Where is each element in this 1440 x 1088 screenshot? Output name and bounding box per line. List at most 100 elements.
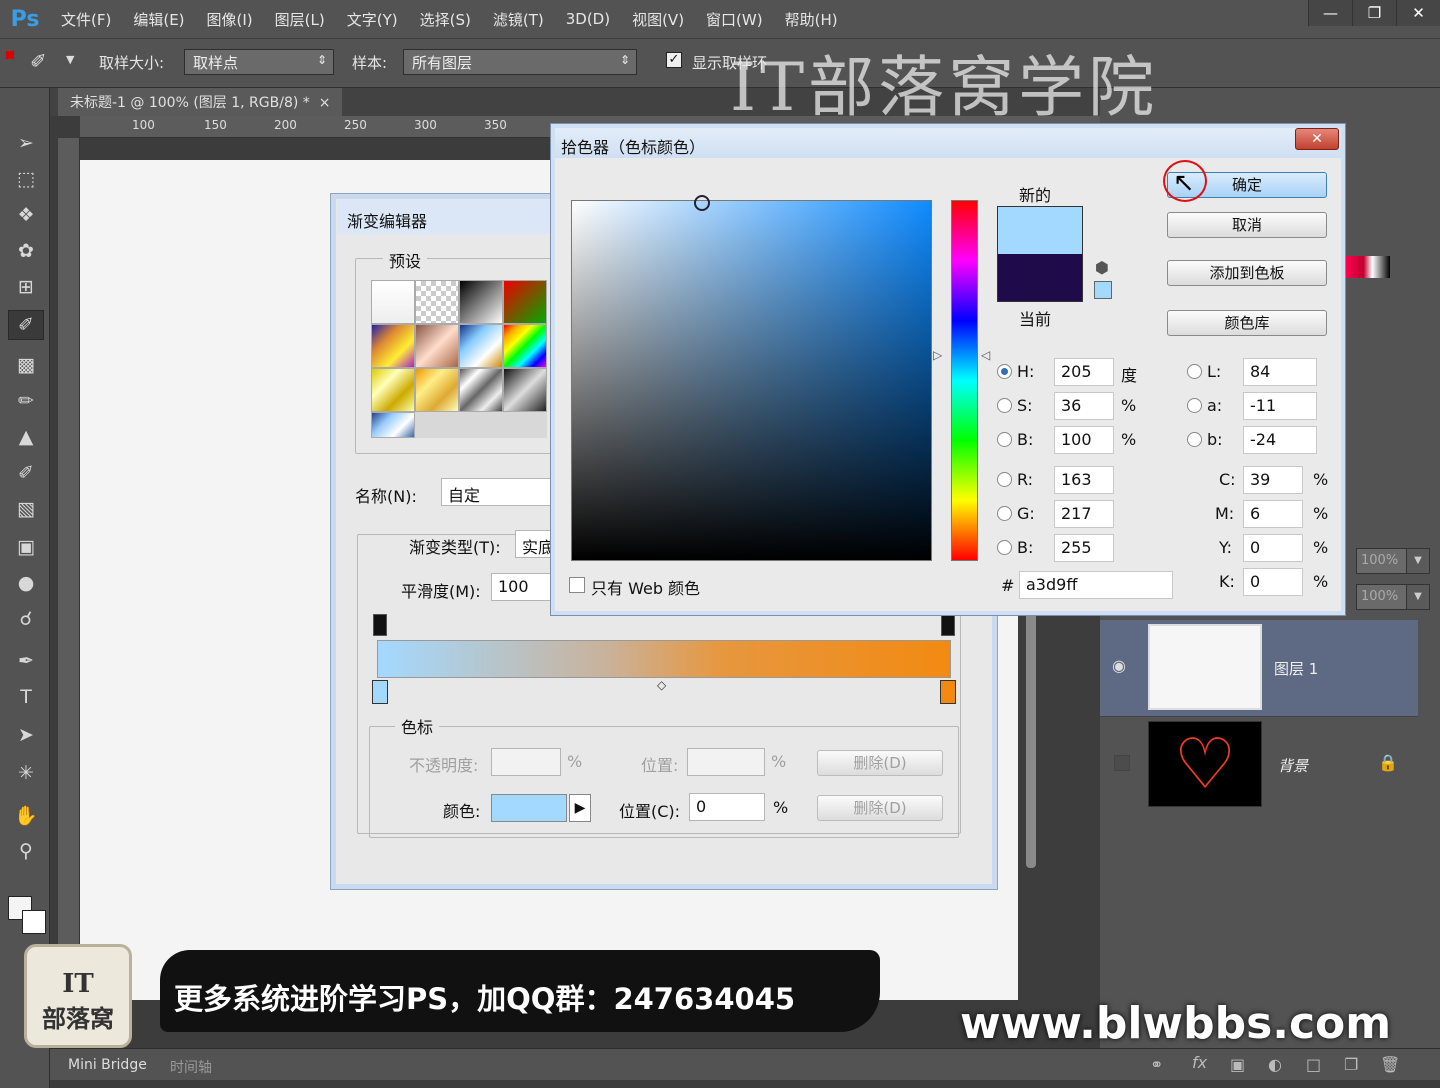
gradient-type-select[interactable]: 实底	[515, 530, 555, 558]
link-layers-icon[interactable]: ⚭	[1150, 1055, 1163, 1074]
new-layer-icon[interactable]: ❐	[1344, 1055, 1358, 1074]
eraser-tool-icon[interactable]: ▧	[8, 494, 44, 524]
preset-swatch[interactable]	[503, 324, 547, 368]
smoothness-input[interactable]: 100	[491, 573, 553, 601]
visibility-toggle[interactable]	[1114, 755, 1130, 771]
preset-swatch[interactable]	[371, 368, 415, 412]
mini-bridge-tab[interactable]: Mini Bridge	[68, 1057, 147, 1073]
menu-window[interactable]: 窗口(W)	[695, 9, 774, 30]
preset-swatch[interactable]	[459, 324, 503, 368]
preset-swatch[interactable]	[503, 280, 547, 324]
menu-layer[interactable]: 图层(L)	[264, 9, 336, 30]
opacity-stop-right[interactable]	[941, 614, 955, 636]
menu-view[interactable]: 视图(V)	[621, 9, 695, 30]
dodge-tool-icon[interactable]: ☌	[8, 604, 44, 634]
web-safe-swatch[interactable]	[1094, 281, 1112, 299]
trash-icon[interactable]: 🗑	[1380, 1055, 1400, 1074]
color-stop-right[interactable]	[940, 680, 956, 704]
saturation-radio[interactable]	[997, 398, 1012, 413]
marquee-tool-icon[interactable]: ⬚	[8, 164, 44, 194]
quick-select-tool-icon[interactable]: ✿	[8, 236, 44, 266]
show-ring-checkbox[interactable]: ✓	[666, 52, 682, 68]
lab-b-radio[interactable]	[1187, 432, 1202, 447]
lab-b-input[interactable]: -24	[1243, 426, 1317, 454]
preset-swatch[interactable]	[415, 280, 459, 324]
lasso-tool-icon[interactable]: ❖	[8, 200, 44, 230]
hue-slider-left-arrow-icon[interactable]: ▷	[933, 348, 942, 362]
gradient-bar[interactable]	[377, 640, 951, 678]
location-c-input[interactable]: 0	[689, 793, 765, 821]
sample-size-select[interactable]: 取样点 ⇕	[184, 49, 334, 75]
lab-l-input[interactable]: 84	[1243, 358, 1317, 386]
stamp-tool-icon[interactable]: ▲	[8, 422, 44, 452]
add-to-swatches-button[interactable]: 添加到色板	[1167, 260, 1327, 286]
close-tab-icon[interactable]: ×	[319, 95, 331, 111]
eyedropper-icon[interactable]: ✐	[30, 49, 47, 73]
tool-preset-arrow-icon[interactable]: ▼	[66, 53, 74, 66]
mask-icon[interactable]: ▣	[1230, 1055, 1245, 1074]
color-field[interactable]	[571, 195, 932, 561]
history-brush-tool-icon[interactable]: ✐	[8, 458, 44, 488]
path-select-tool-icon[interactable]: ➤	[8, 720, 44, 750]
hue-radio[interactable]	[997, 364, 1012, 379]
preset-swatch[interactable]	[459, 368, 503, 412]
midpoint-diamond-icon[interactable]: ◇	[657, 678, 666, 692]
minimize-icon[interactable]: —	[1308, 0, 1352, 26]
scrollbar[interactable]	[1026, 608, 1036, 868]
menu-image[interactable]: 图像(I)	[196, 9, 264, 30]
hue-slider-right-arrow-icon[interactable]: ◁	[981, 348, 990, 362]
restore-icon[interactable]: ❐	[1352, 0, 1396, 26]
preset-swatch[interactable]	[415, 368, 459, 412]
opacity-field[interactable]: 100%	[1356, 548, 1412, 574]
black-input[interactable]: 0	[1243, 568, 1303, 596]
folder-icon[interactable]: □	[1306, 1055, 1321, 1074]
timeline-tab[interactable]: 时间轴	[170, 1057, 212, 1077]
color-stop-left[interactable]	[372, 680, 388, 704]
brightness-radio[interactable]	[997, 432, 1012, 447]
opacity-stop-left[interactable]	[373, 614, 387, 636]
document-tab[interactable]: 未标题-1 @ 100% (图层 1, RGB/8) * ×	[58, 88, 343, 116]
menu-type[interactable]: 文字(Y)	[336, 9, 409, 30]
blue-input[interactable]: 255	[1054, 534, 1114, 562]
menu-3d[interactable]: 3D(D)	[555, 10, 621, 28]
cube-warning-icon[interactable]: ⬢	[1095, 258, 1109, 277]
red-radio[interactable]	[997, 472, 1012, 487]
layer-row[interactable]: ◉ 图层 1	[1100, 620, 1418, 716]
hand-tool-icon[interactable]: ✋	[8, 800, 44, 830]
blur-tool-icon[interactable]: ●	[8, 568, 44, 598]
menu-select[interactable]: 选择(S)	[409, 9, 482, 30]
adjustment-icon[interactable]: ◐	[1268, 1055, 1282, 1074]
type-tool-icon[interactable]: T	[8, 682, 44, 712]
menu-file[interactable]: 文件(F)	[50, 9, 122, 30]
fill-dropdown-icon[interactable]: ▼	[1406, 584, 1430, 610]
fill-field[interactable]: 100%	[1356, 584, 1412, 610]
crop-tool-icon[interactable]: ⊞	[8, 272, 44, 302]
hue-slider[interactable]	[951, 200, 978, 561]
zoom-tool-icon[interactable]: ⚲	[8, 836, 44, 866]
hex-input[interactable]: a3d9ff	[1019, 571, 1173, 599]
close-icon[interactable]: ✕	[1295, 128, 1339, 150]
menu-edit[interactable]: 编辑(E)	[122, 9, 195, 30]
lab-l-radio[interactable]	[1187, 364, 1202, 379]
g-input[interactable]: 217	[1054, 500, 1114, 528]
preset-swatch[interactable]	[371, 280, 415, 324]
menu-help[interactable]: 帮助(H)	[774, 9, 849, 30]
preset-swatch[interactable]	[503, 368, 547, 412]
stop-color-swatch[interactable]	[491, 794, 567, 822]
cancel-button[interactable]: 取消	[1167, 212, 1327, 238]
opacity-dropdown-icon[interactable]: ▼	[1406, 548, 1430, 574]
yellow-input[interactable]: 0	[1243, 534, 1303, 562]
s-input[interactable]: 36	[1054, 392, 1114, 420]
color-menu-arrow-icon[interactable]: ▶	[569, 794, 591, 822]
preset-swatch[interactable]	[371, 324, 415, 368]
b-input[interactable]: 100	[1054, 426, 1114, 454]
healing-tool-icon[interactable]: ▩	[8, 350, 44, 380]
current-color-swatch[interactable]	[997, 254, 1083, 302]
green-radio[interactable]	[997, 506, 1012, 521]
preset-swatch[interactable]	[371, 412, 415, 438]
move-tool-icon[interactable]: ➢	[8, 128, 44, 158]
eyedropper-tool-icon[interactable]: ✐	[8, 310, 44, 340]
layer-name[interactable]: 图层 1	[1274, 658, 1318, 679]
menu-filter[interactable]: 滤镜(T)	[482, 9, 555, 30]
r-input[interactable]: 163	[1054, 466, 1114, 494]
